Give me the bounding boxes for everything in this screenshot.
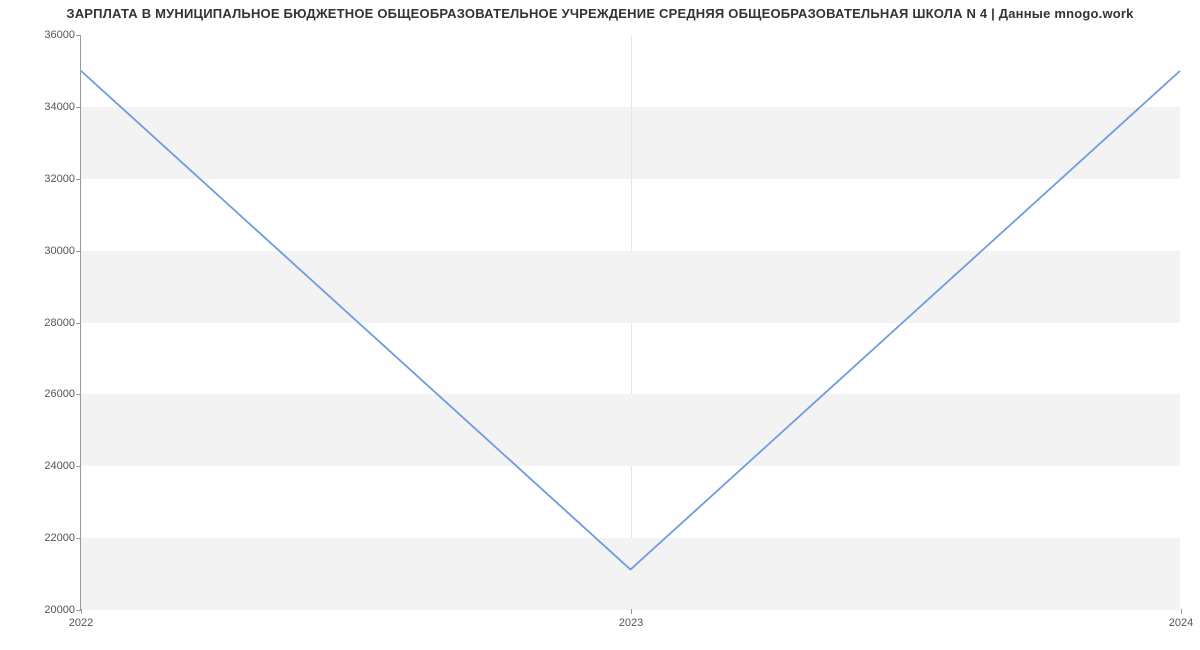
x-tick-label: 2024 [1169,617,1193,629]
x-tick-mark [81,609,82,614]
line-layer [81,35,1180,609]
x-tick-label: 2023 [619,617,643,629]
x-tick-label: 2022 [69,617,93,629]
y-tick-mark [76,35,81,36]
y-tick-label: 20000 [35,604,75,616]
y-tick-mark [76,466,81,467]
chart-title: ЗАРПЛАТА В МУНИЦИПАЛЬНОЕ БЮДЖЕТНОЕ ОБЩЕО… [0,6,1200,21]
y-tick-mark [76,251,81,252]
y-tick-label: 30000 [35,245,75,257]
y-tick-mark [76,179,81,180]
chart-container: ЗАРПЛАТА В МУНИЦИПАЛЬНОЕ БЮДЖЕТНОЕ ОБЩЕО… [0,0,1200,650]
plot-area: 2000022000240002600028000300003200034000… [80,35,1180,610]
x-tick-mark [631,609,632,614]
y-tick-label: 36000 [35,29,75,41]
y-tick-label: 22000 [35,532,75,544]
y-tick-label: 26000 [35,388,75,400]
y-tick-label: 34000 [35,101,75,113]
series-line [81,71,1180,570]
y-tick-mark [76,323,81,324]
y-tick-mark [76,538,81,539]
y-tick-mark [76,107,81,108]
x-tick-mark [1181,609,1182,614]
y-tick-label: 24000 [35,460,75,472]
y-tick-mark [76,394,81,395]
y-tick-label: 32000 [35,173,75,185]
y-tick-label: 28000 [35,317,75,329]
